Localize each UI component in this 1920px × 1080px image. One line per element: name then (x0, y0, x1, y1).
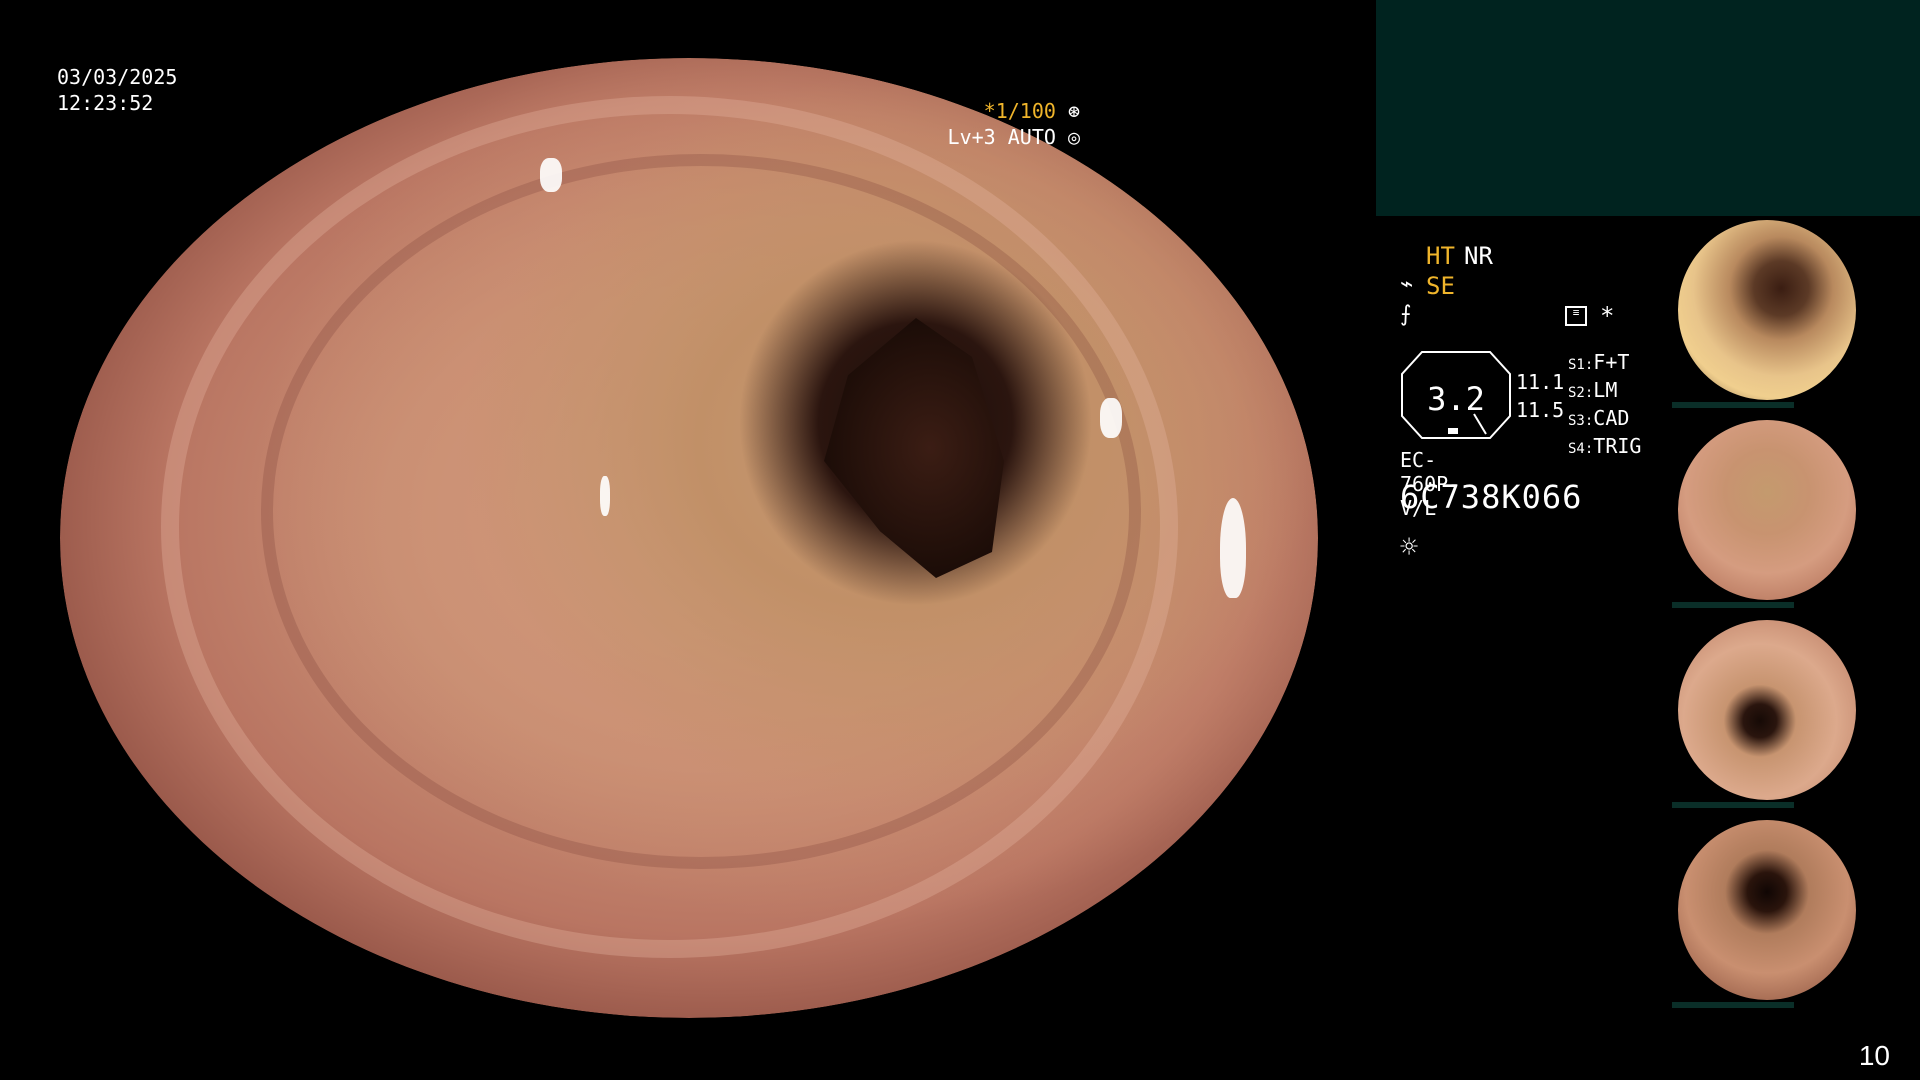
s3-value: CAD (1593, 406, 1630, 430)
date-label: 03/03/2025 (57, 65, 178, 89)
mucosal-fold-inner (261, 154, 1141, 870)
s2-value: LM (1593, 378, 1618, 402)
measurement-1: 11.1 (1516, 370, 1565, 394)
iris-icon: ◎ (1055, 125, 1080, 149)
s1-key: S1: (1568, 357, 1594, 373)
exposure-readout: *1/100 ⊛ Lv+3 AUTO ◎ (948, 98, 1080, 150)
thumbnail-stamp (1672, 802, 1794, 808)
light-level: Lv+3 AUTO (947, 125, 1056, 149)
thumbnail-image (1678, 620, 1856, 800)
time-label: 12:23:52 (57, 91, 154, 115)
s2-key: S2: (1568, 385, 1594, 401)
scope-icon: ⌁ (1400, 272, 1414, 297)
thumbnail-3[interactable] (1672, 616, 1920, 812)
teal-display-area (1376, 0, 1920, 216)
thumbnail-image (1678, 420, 1856, 600)
thumbnail-image (1678, 220, 1856, 400)
s4-key: S4: (1568, 441, 1594, 457)
measurement-2: 11.5 (1516, 398, 1565, 422)
thumbnail-stamp (1672, 402, 1794, 408)
gauge-value: 3.2 (1427, 380, 1485, 418)
scope-serial: 6C738K066 (1400, 478, 1583, 516)
s1-value: F+T (1593, 350, 1630, 374)
glare-spot (540, 158, 562, 192)
glare-spot (1220, 498, 1246, 598)
thumbnail-2[interactable] (1672, 416, 1920, 612)
aperture-icon: ⊛ (1055, 99, 1080, 123)
ht-indicator: HT (1426, 242, 1455, 270)
s4-value: TRIG (1593, 434, 1642, 458)
thumbnail-stamp (1672, 602, 1794, 608)
timestamp: 03/03/2025 12:23:52 (57, 64, 177, 116)
glare-spot (600, 476, 610, 516)
thumbnail-4[interactable] (1672, 816, 1920, 1012)
shutter-speed: *1/100 (983, 99, 1056, 123)
nr-indicator: NR (1464, 242, 1493, 270)
thumbnail-1[interactable] (1672, 216, 1920, 412)
star-indicator: * (1600, 302, 1615, 330)
glare-spot (1100, 398, 1122, 438)
endoscope-view (60, 58, 1318, 1018)
measurement-values: 11.1 11.5 (1516, 368, 1564, 424)
memory-icon: ≡ (1565, 306, 1587, 326)
page-number: 10 (1858, 1040, 1890, 1071)
se-indicator: SE (1426, 272, 1455, 300)
s3-key: S3: (1568, 413, 1594, 429)
filter-icon: ⨍ (1400, 302, 1412, 327)
thumbnail-image (1678, 820, 1856, 1000)
switch-assignments: S1:F+T S2:LM S3:CAD S4:TRIG (1568, 350, 1641, 462)
thumbnail-stamp (1672, 1002, 1794, 1008)
brightness-icon: ☼ (1400, 530, 1419, 565)
